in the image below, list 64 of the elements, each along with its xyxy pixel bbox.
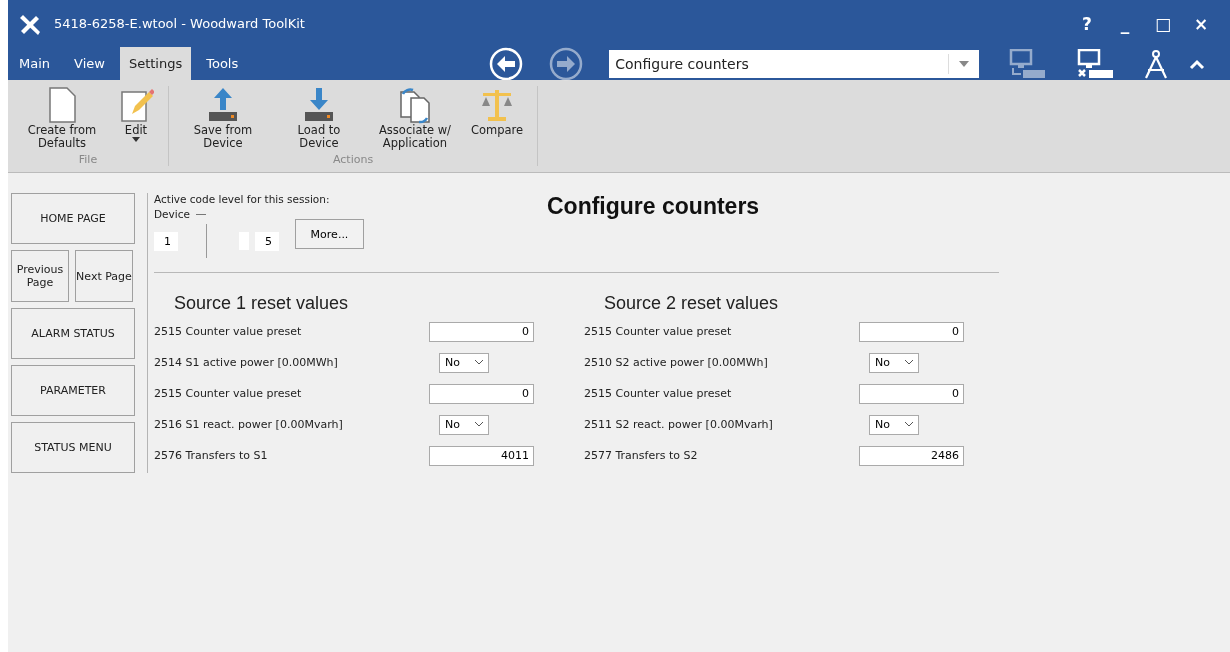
window-control[interactable]: ? (1068, 12, 1106, 35)
compass-icon[interactable] (1143, 47, 1170, 80)
parameter-label: 2515 Counter value preset (584, 387, 733, 400)
value-dropdown[interactable]: No (869, 414, 919, 435)
value-field[interactable]: 4011 (429, 445, 534, 466)
more-button[interactable]: More... (295, 219, 364, 249)
value-dropdown[interactable]: No (439, 414, 489, 435)
window-control[interactable]: × (1182, 12, 1220, 35)
nav-button[interactable]: Previous Page (11, 250, 69, 302)
parameter-label: 2511 S2 react. power [0.00Mvarh] (584, 418, 774, 431)
back-button[interactable] (489, 46, 524, 81)
parameter-label: 2577 Transfers to S2 (584, 449, 699, 462)
notepad-pencil-icon (118, 86, 154, 124)
computer-device-icon[interactable] (1009, 48, 1048, 79)
value-dropdown[interactable]: No (439, 352, 489, 373)
ribbon-tab[interactable]: View (65, 47, 114, 80)
nav-button[interactable]: PARAMETER (11, 365, 135, 416)
collapse-icon[interactable] (1189, 57, 1206, 70)
section-title: Source 1 reset values (174, 293, 350, 314)
ribbon-button[interactable]: Save from Device (175, 86, 271, 153)
page-dropdown[interactable]: Configure counters (609, 49, 980, 78)
documents-sync-icon (397, 86, 433, 124)
parameter-label: 2515 Counter value preset (154, 325, 303, 338)
chevron-down-icon (905, 422, 913, 427)
page-title: Configure counters (547, 193, 760, 221)
value-field[interactable]: 0 (859, 383, 964, 404)
chevron-down-icon (905, 360, 913, 365)
code-level-value: 1 (154, 231, 178, 251)
section-title: Source 2 reset values (604, 293, 780, 314)
nav-button[interactable]: ALARM STATUS (11, 308, 135, 359)
ribbon-tab[interactable]: Tools (197, 47, 248, 80)
value-field[interactable]: 2486 (859, 445, 964, 466)
dropdown-caret-icon (959, 60, 970, 67)
value-field[interactable]: 0 (429, 383, 534, 404)
group-label: Actions (332, 153, 375, 166)
computer-disconnect-icon[interactable] (1077, 48, 1116, 79)
parameter-label: 2514 S1 active power [0.00MWh] (154, 356, 339, 369)
ribbon-button[interactable]: Associate w/ Application (367, 86, 463, 153)
ribbon-button[interactable]: Create from Defaults (14, 86, 110, 153)
parameter-label: 2576 Transfers to S1 (154, 449, 269, 462)
window-title: 5418-6258-E.wtool - Woodward ToolKit (54, 16, 306, 31)
ribbon-button[interactable]: Edit (110, 86, 162, 153)
value-field[interactable]: 0 (429, 321, 534, 342)
window-control[interactable]: □ (1144, 12, 1182, 35)
window-control[interactable]: _ (1106, 12, 1144, 35)
ribbon-button[interactable]: Compare (463, 86, 532, 153)
parameter-label: 2516 S1 react. power [0.00Mvarh] (154, 418, 344, 431)
code-level-heading: Active code level for this session: (154, 193, 331, 205)
value-dropdown[interactable]: No (869, 352, 919, 373)
nav-button[interactable]: STATUS MENU (11, 422, 135, 473)
chevron-down-icon (475, 360, 483, 365)
parameter-label: 2510 S2 active power [0.00MWh] (584, 356, 769, 369)
nav-button[interactable]: Next Page (75, 250, 133, 302)
group-label: File (77, 153, 99, 166)
code-level-value: 5 (255, 231, 279, 251)
ribbon-tab[interactable]: Main (10, 47, 60, 80)
nav-button[interactable]: HOME PAGE (11, 193, 135, 244)
parameter-label: 2515 Counter value preset (154, 387, 303, 400)
parameter-label: 2515 Counter value preset (584, 325, 733, 338)
ribbon-button[interactable]: Load to Device (271, 86, 367, 153)
ribbon-tab[interactable]: Settings (119, 47, 192, 80)
device-label: Device (154, 208, 190, 220)
value-field[interactable]: 0 (859, 321, 964, 342)
chevron-down-icon (475, 422, 483, 427)
